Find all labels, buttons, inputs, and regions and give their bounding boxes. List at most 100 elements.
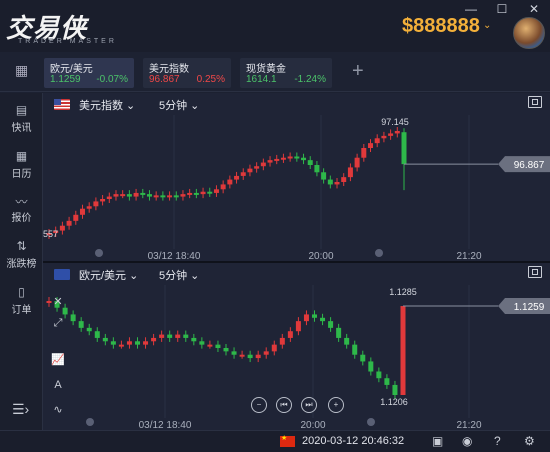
candle-body <box>374 138 380 144</box>
candle-body <box>312 314 317 318</box>
draw-tool-icon[interactable]: A <box>51 379 65 391</box>
candle-body <box>120 194 126 197</box>
candle-body <box>344 337 350 345</box>
candle-body <box>361 148 367 158</box>
time-tick-label: 03/12 18:40 <box>148 251 201 261</box>
candle-body <box>126 341 132 345</box>
zoom-in-button[interactable]: + <box>328 397 344 413</box>
candle-body <box>328 321 334 328</box>
candle-body <box>294 156 300 159</box>
status-bar: 2020-03-12 20:46:32 ▣ ◉ ? ⚙ <box>0 430 550 452</box>
usd-index-chart[interactable]: 美元指数 ⌄ 5分钟 ⌄ 03/12 18:40 20:00 21:20 97.145… <box>43 93 550 261</box>
expand-arrows-icon[interactable]: ⤢ <box>51 317 65 330</box>
close-tools-icon[interactable]: ✕ <box>51 295 65 308</box>
candle-body <box>167 195 173 198</box>
tab-spot-gold[interactable]: 现货黄金 1614.1 -1.24% <box>240 58 332 88</box>
maximize-icon[interactable]: ☐ <box>494 2 510 16</box>
candle-body <box>401 132 407 165</box>
scroll-start-button[interactable]: ⏮ <box>276 397 292 413</box>
candle-body <box>213 189 219 193</box>
candle-body <box>193 192 199 195</box>
candle-body <box>86 327 92 332</box>
sidebar-item-orders[interactable]: ▯ 订单 <box>0 285 43 316</box>
candle-body <box>388 133 394 136</box>
sidebar-item-calendar[interactable]: ▦ 日历 <box>0 149 43 180</box>
menu-expand-icon[interactable]: ☰› <box>12 401 29 418</box>
symbol-tab-row: ▦ 欧元/美元 1.1259 -0.07% 美元指数 96.867 0.25% … <box>0 52 550 92</box>
candle-body <box>215 344 221 348</box>
time-tick-label: 21:20 <box>456 251 481 261</box>
news-icon: ▤ <box>15 103 28 117</box>
add-tab-icon[interactable]: + <box>352 60 364 83</box>
scroll-handle <box>367 418 375 426</box>
candle-body <box>400 306 406 395</box>
gear-icon[interactable]: ⚙ <box>524 434 535 448</box>
time-tick-label: 03/12 18:40 <box>139 420 192 430</box>
candle-body <box>287 156 293 159</box>
sort-arrows-icon: ⇅ <box>16 239 27 253</box>
candle-body <box>368 143 374 148</box>
candle-body <box>153 195 159 198</box>
candlestick-chart: 03/12 18:40 20:00 21:20 97.145 557 96.867 <box>43 115 550 261</box>
candle-body <box>321 172 327 180</box>
candle-body <box>175 334 181 338</box>
tab-price: 1.1259 <box>50 74 81 85</box>
app-logo-subtitle: TRADER MASTER <box>18 38 117 45</box>
avatar[interactable] <box>513 17 545 49</box>
candle-body <box>254 166 260 169</box>
candlestick-chart: 03/12 18:40 20:00 21:20 1.1285 1.1206 1.1259 <box>46 285 550 430</box>
tab-change: -1.24% <box>294 74 326 85</box>
tab-name: 美元指数 <box>149 64 189 75</box>
candle-body <box>199 341 205 345</box>
eurusd-chart[interactable]: 欧元/美元 ⌄ 5分钟 ⌄ 03/12 18:40 20:00 21:20 1.128… <box>43 263 550 430</box>
sidebar-item-movers[interactable]: ⇅ 涨跌榜 <box>0 239 43 270</box>
zoom-out-button[interactable]: − <box>251 397 267 413</box>
indicator-icon[interactable]: 📈 <box>51 353 65 366</box>
candle-body <box>247 168 253 173</box>
candle-body <box>307 160 313 165</box>
candle-body <box>295 321 301 332</box>
candle-body <box>239 354 245 357</box>
candle-body <box>86 206 92 209</box>
low-price-label: 557 <box>43 229 58 239</box>
candle-body <box>279 337 285 345</box>
gallery-icon[interactable]: ▣ <box>432 434 443 448</box>
candle-body <box>263 351 269 355</box>
scroll-end-button[interactable]: ⏭ <box>301 397 317 413</box>
tab-change: 0.25% <box>196 74 225 85</box>
candle-body <box>167 334 173 338</box>
sidebar: ▤ 快讯 ▦ 日历 〰 报价 ⇅ 涨跌榜 ▯ 订单 ☰› <box>0 93 43 430</box>
tab-change: -0.07% <box>96 74 128 85</box>
scroll-handle <box>86 418 94 426</box>
low-price-label: 1.1206 <box>380 397 408 407</box>
candle-body <box>220 184 226 190</box>
calendar-icon: ▦ <box>15 149 28 163</box>
candle-body <box>280 157 286 160</box>
chevron-down-icon[interactable]: ⌄ <box>483 20 491 31</box>
wave-icon[interactable]: ∿ <box>51 403 65 416</box>
candle-body <box>320 317 326 322</box>
sidebar-item-quotes[interactable]: 〰 报价 <box>0 193 43 224</box>
candle-body <box>234 175 240 180</box>
close-icon[interactable]: ✕ <box>526 2 542 16</box>
tab-eurusd[interactable]: 欧元/美元 1.1259 -0.07% <box>44 58 134 88</box>
help-icon[interactable]: ? <box>494 434 501 448</box>
minimize-icon[interactable]: — <box>463 2 479 16</box>
camera-icon[interactable]: ◉ <box>462 434 472 448</box>
candle-body <box>143 341 149 345</box>
candle-body <box>70 314 76 322</box>
candle-body <box>223 348 229 352</box>
status-datetime: 2020-03-12 20:46:32 <box>302 435 405 447</box>
sidebar-item-news[interactable]: ▤ 快讯 <box>0 103 43 134</box>
tab-usd-index[interactable]: 美元指数 96.867 0.25% <box>143 58 231 88</box>
sidebar-item-label: 涨跌榜 <box>6 259 37 270</box>
grid-layout-icon[interactable]: ▦ <box>15 62 28 79</box>
account-balance[interactable]: $888888 <box>402 15 480 38</box>
candle-body <box>360 354 366 362</box>
candle-body <box>303 314 309 322</box>
time-tick-label: 20:00 <box>300 420 325 430</box>
candle-body <box>341 177 347 182</box>
candle-body <box>93 201 99 207</box>
candle-body <box>207 344 213 347</box>
tab-name: 欧元/美元 <box>50 64 93 75</box>
